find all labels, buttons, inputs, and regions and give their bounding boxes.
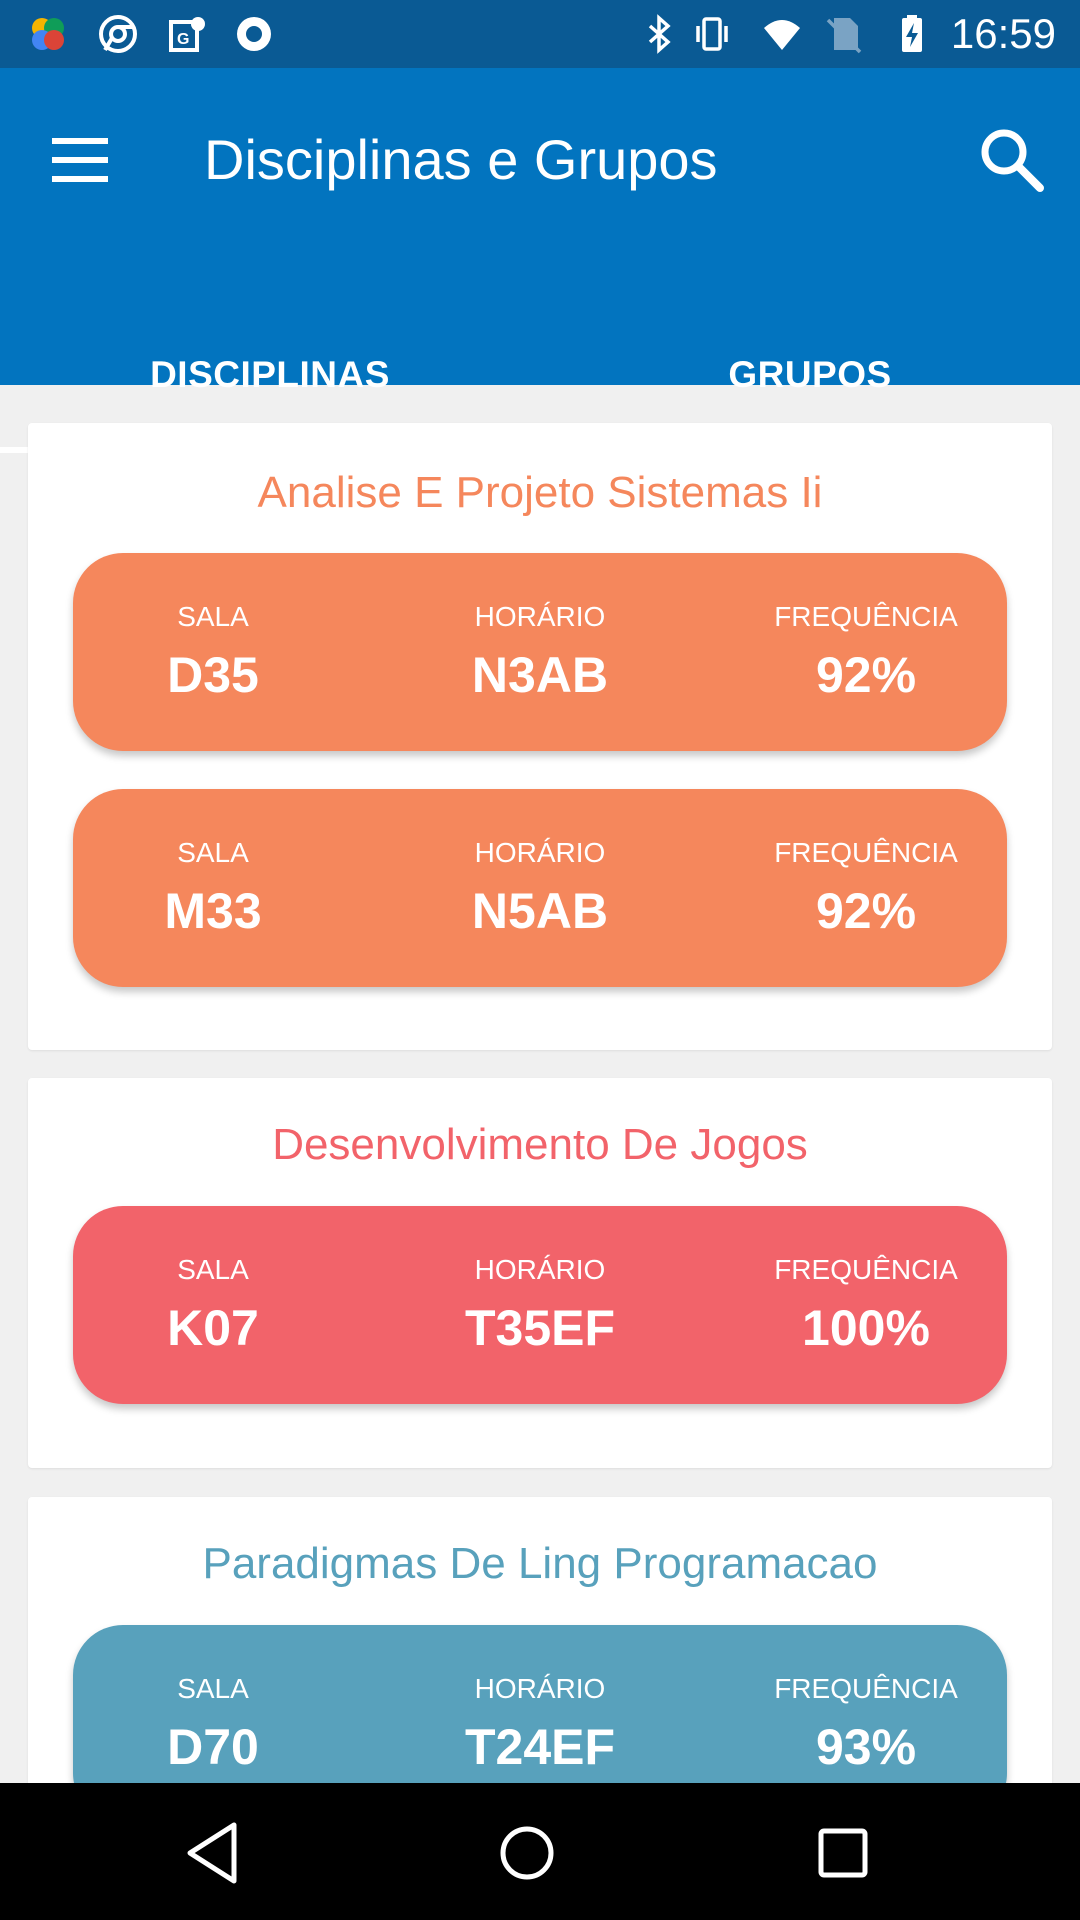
course-title: Analise E Projeto Sistemas Ii xyxy=(257,468,823,517)
status-bar: G 16:59 xyxy=(0,0,1080,68)
app-icon xyxy=(32,18,64,50)
sala-value: K07 xyxy=(167,1300,259,1356)
search-icon[interactable] xyxy=(972,120,1052,200)
svg-text:G: G xyxy=(177,31,189,48)
sala-label: SALA xyxy=(177,837,249,868)
home-icon[interactable] xyxy=(487,1813,567,1893)
back-icon[interactable] xyxy=(176,1813,256,1893)
sala-value: D35 xyxy=(167,647,259,703)
horario-label: HORÁRIO xyxy=(474,1254,606,1285)
frequencia-column: FREQUÊNCIA 93% xyxy=(716,1671,1016,1777)
horario-value: T35EF xyxy=(464,1300,616,1356)
menu-icon[interactable] xyxy=(44,124,116,196)
frequencia-value: 93% xyxy=(815,1719,917,1775)
horario-value: N5AB xyxy=(471,883,609,939)
horario-label: HORÁRIO xyxy=(474,601,606,632)
schedule-slot[interactable]: SALA K07 HORÁRIO T35EF FREQUÊNCIA 100% xyxy=(73,1206,1007,1404)
frequencia-value: 100% xyxy=(802,1300,930,1356)
sala-value: D70 xyxy=(167,1719,259,1775)
frequencia-column: FREQUÊNCIA 92% xyxy=(716,599,1016,705)
course-card: Analise E Projeto Sistemas Ii SALA D35 H… xyxy=(28,423,1052,1050)
sala-column: SALA D70 xyxy=(63,1671,363,1777)
schedule-slot[interactable]: SALA M33 HORÁRIO N5AB FREQUÊNCIA 92% xyxy=(73,789,1007,987)
sala-column: SALA M33 xyxy=(63,835,363,941)
course-list[interactable]: Analise E Projeto Sistemas Ii SALA D35 H… xyxy=(0,385,1080,1783)
frequencia-label: FREQUÊNCIA xyxy=(774,1673,958,1704)
schedule-slot[interactable]: SALA D70 HORÁRIO T24EF FREQUÊNCIA 93% xyxy=(73,1625,1007,1783)
app-bar: Disciplinas e Grupos DISCIPLINAS GRUPOS xyxy=(0,68,1080,453)
horario-column: HORÁRIO N5AB xyxy=(390,835,690,941)
horario-column: HORÁRIO T24EF xyxy=(390,1671,690,1777)
frequencia-value: 92% xyxy=(815,883,917,939)
sala-label: SALA xyxy=(177,1254,249,1285)
frequencia-label: FREQUÊNCIA xyxy=(774,601,958,632)
course-title: Paradigmas De Ling Programacao xyxy=(202,1539,878,1588)
horario-label: HORÁRIO xyxy=(474,837,606,868)
sala-column: SALA K07 xyxy=(63,1252,363,1358)
maps-icon: G xyxy=(169,17,205,52)
page-title: Disciplinas e Grupos xyxy=(204,128,718,191)
course-card: Desenvolvimento De Jogos SALA K07 HORÁRI… xyxy=(28,1078,1052,1468)
battery-icon xyxy=(902,15,922,52)
wifi-icon xyxy=(764,20,800,50)
horario-label: HORÁRIO xyxy=(474,1673,606,1704)
course-title: Desenvolvimento De Jogos xyxy=(272,1120,808,1169)
sala-label: SALA xyxy=(177,601,249,632)
course-card: Paradigmas De Ling Programacao SALA D70 … xyxy=(28,1497,1052,1783)
system-nav-bar xyxy=(0,1783,1080,1920)
sala-label: SALA xyxy=(177,1673,249,1704)
frequencia-column: FREQUÊNCIA 92% xyxy=(716,835,1016,941)
frequencia-label: FREQUÊNCIA xyxy=(774,837,958,868)
horario-value: N3AB xyxy=(471,647,609,703)
horario-column: HORÁRIO N3AB xyxy=(390,599,690,705)
frequencia-value: 92% xyxy=(815,647,917,703)
chrome-icon xyxy=(99,15,137,53)
recents-icon[interactable] xyxy=(803,1813,883,1893)
horario-column: HORÁRIO T35EF xyxy=(390,1252,690,1358)
vibrate-icon xyxy=(696,17,728,51)
frequencia-column: FREQUÊNCIA 100% xyxy=(716,1252,1016,1358)
status-time: 16:59 xyxy=(950,10,1056,57)
no-sim-icon xyxy=(826,18,862,54)
sala-value: M33 xyxy=(164,883,262,939)
schedule-slot[interactable]: SALA D35 HORÁRIO N3AB FREQUÊNCIA 92% xyxy=(73,553,1007,751)
sala-column: SALA D35 xyxy=(63,599,363,705)
frequencia-label: FREQUÊNCIA xyxy=(774,1254,958,1285)
record-icon xyxy=(237,17,271,51)
horario-value: T24EF xyxy=(464,1719,616,1775)
bluetooth-icon xyxy=(648,14,671,54)
